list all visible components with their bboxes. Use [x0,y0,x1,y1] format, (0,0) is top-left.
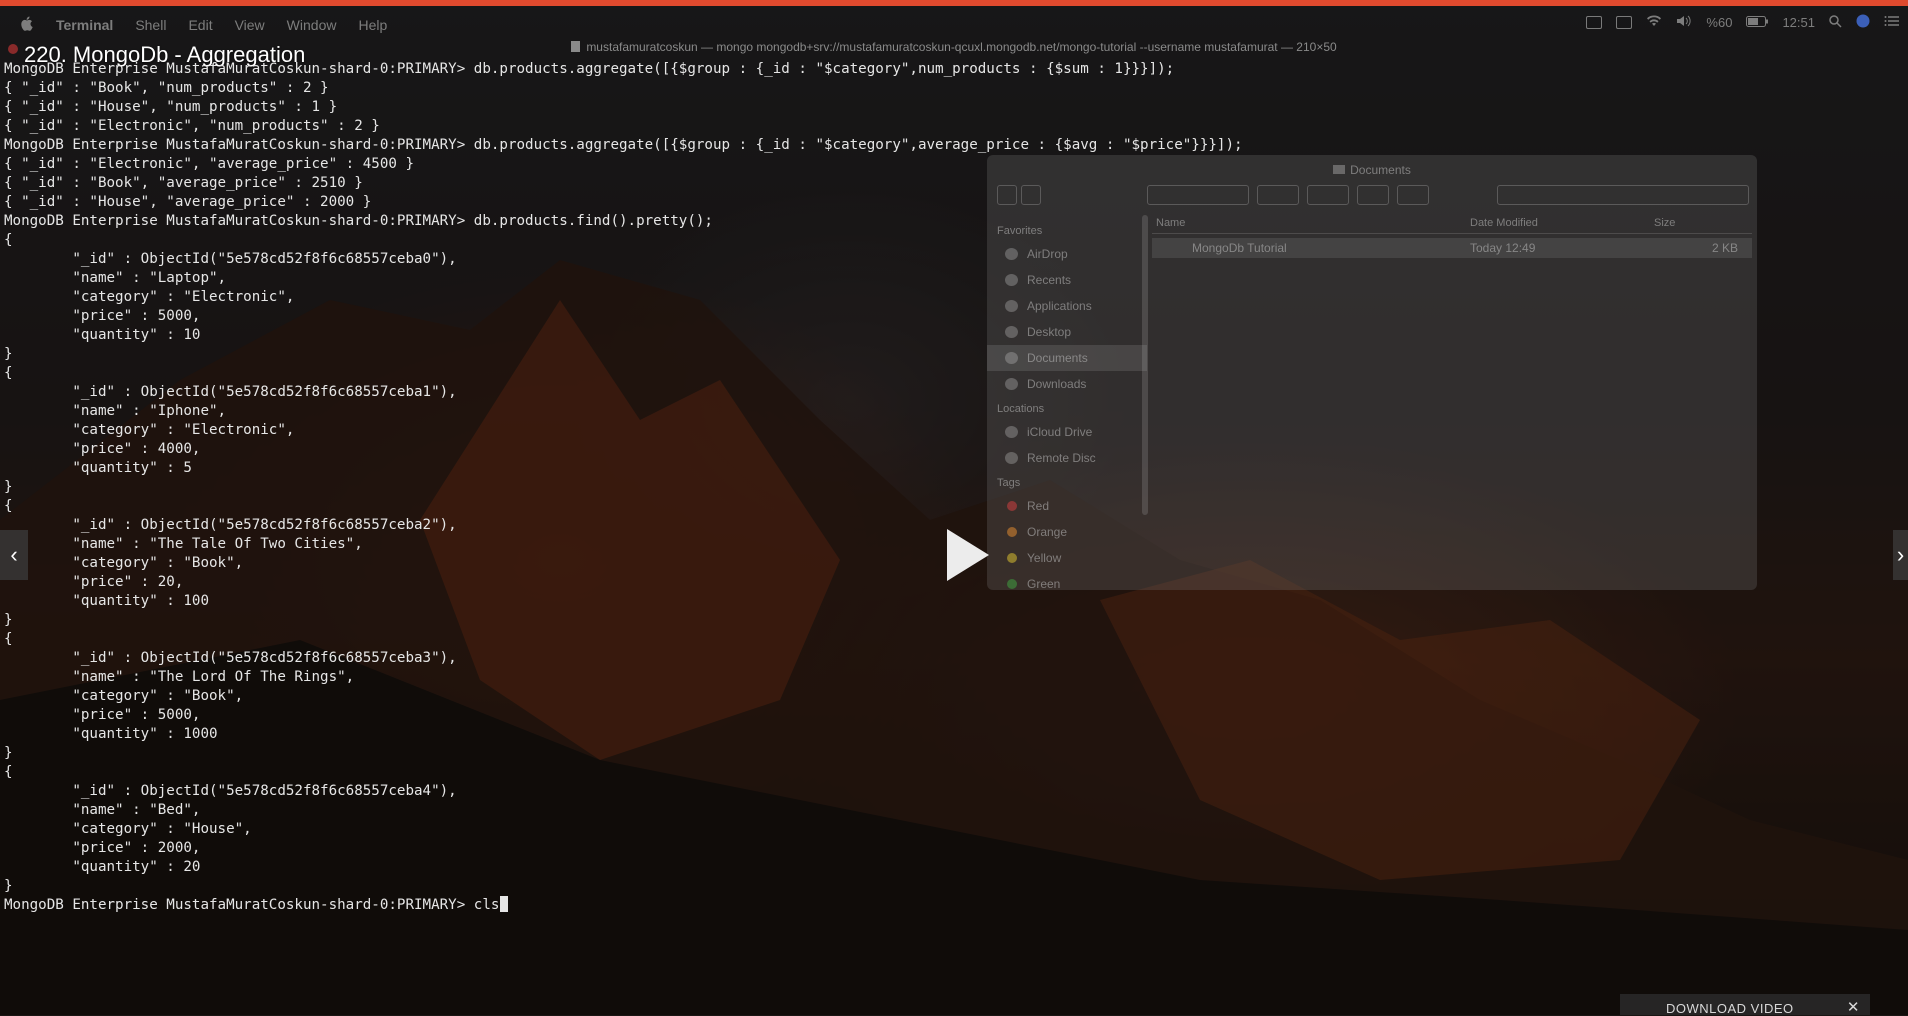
terminal-line: MongoDB Enterprise MustafaMuratCoskun-sh… [4,137,1243,153]
spotlight-search-icon[interactable] [1829,14,1842,31]
previous-lecture-button[interactable]: ‹ [0,530,28,580]
video-progress-fill [0,0,1908,6]
terminal-line: "name" : "Laptop", [4,270,227,286]
menubar-status-area: %60 12:51 [1586,14,1900,31]
volume-icon[interactable] [1676,15,1692,30]
terminal-line: "price" : 2000, [4,840,201,856]
terminal-line: } [4,346,13,362]
download-video-banner[interactable]: DOWNLOAD VIDEO ✕ [1620,994,1870,1016]
next-lecture-button[interactable]: › [1893,530,1908,580]
terminal-line: { "_id" : "Book", "average_price" : 2510… [4,175,363,191]
terminal-line: "category" : "Book", [4,688,244,704]
wifi-icon[interactable] [1646,15,1662,30]
menu-shell[interactable]: Shell [135,17,166,33]
terminal-line: } [4,745,13,761]
terminal-line: "_id" : ObjectId("5e578cd52f8f6c68557ceb… [4,384,457,400]
chevron-left-icon: ‹ [10,542,18,567]
terminal-line: { [4,365,13,381]
terminal-line: "price" : 5000, [4,308,201,324]
siri-icon[interactable] [1856,14,1870,31]
terminal-prompt-line[interactable]: MongoDB Enterprise MustafaMuratCoskun-sh… [4,896,1884,915]
menu-edit[interactable]: Edit [188,17,212,33]
terminal-line: "name" : "Iphone", [4,403,227,419]
terminal-line: { "_id" : "House", "num_products" : 1 } [4,99,338,115]
terminal-line: } [4,479,13,495]
terminal-line: "price" : 4000, [4,441,201,457]
terminal-line: "quantity" : 5 [4,460,192,476]
terminal-line: "category" : "House", [4,821,252,837]
terminal-line: { [4,631,13,647]
terminal-cursor [500,896,509,912]
terminal-line: "quantity" : 20 [4,859,201,875]
terminal-line: } [4,612,13,628]
terminal-line: "_id" : ObjectId("5e578cd52f8f6c68557ceb… [4,650,457,666]
terminal-line: { "_id" : "Electronic", "num_products" :… [4,118,380,134]
display-icon[interactable] [1616,16,1633,29]
terminal-prompt: MongoDB Enterprise MustafaMuratCoskun-sh… [4,897,474,913]
terminal-line: "quantity" : 1000 [4,726,218,742]
menu-terminal[interactable]: Terminal [56,17,113,33]
terminal-input[interactable]: cls [474,897,500,913]
close-icon[interactable]: ✕ [1847,998,1860,1016]
terminal-line: } [4,878,13,894]
terminal-line: "_id" : ObjectId("5e578cd52f8f6c68557ceb… [4,251,457,267]
terminal-line: "name" : "Bed", [4,802,201,818]
screen-record-icon[interactable] [1586,16,1603,29]
terminal-line: { [4,764,13,780]
terminal-output[interactable]: MongoDB Enterprise MustafaMuratCoskun-sh… [4,60,1884,915]
terminal-line: { "_id" : "House", "average_price" : 200… [4,194,372,210]
play-button[interactable] [937,527,997,583]
document-icon [571,41,581,52]
terminal-line: { [4,232,13,248]
terminal-line: "category" : "Electronic", [4,289,295,305]
menu-window[interactable]: Window [287,17,337,33]
terminal-line: { [4,498,13,514]
notification-center-icon[interactable] [1884,15,1900,30]
terminal-title-text: mustafamuratcoskun — mongo mongodb+srv:/… [586,40,1337,54]
terminal-line: { "_id" : "Book", "num_products" : 2 } [4,80,329,96]
terminal-line: "price" : 5000, [4,707,201,723]
terminal-line: MongoDB Enterprise MustafaMuratCoskun-sh… [4,213,713,229]
terminal-line: { "_id" : "Electronic", "average_price" … [4,156,414,172]
macos-menubar: Terminal Shell Edit View Window Help %60… [0,14,1908,36]
terminal-line: "name" : "The Lord Of The Rings", [4,669,355,685]
terminal-line: "category" : "Electronic", [4,422,295,438]
menubar-clock[interactable]: 12:51 [1782,15,1815,30]
video-progress-bar[interactable] [0,0,1908,6]
download-video-label[interactable]: DOWNLOAD VIDEO [1666,1001,1794,1016]
terminal-line: "quantity" : 10 [4,327,201,343]
battery-percentage: %60 [1706,15,1733,30]
menu-view[interactable]: View [235,17,265,33]
terminal-line: "quantity" : 100 [4,593,209,609]
menu-help[interactable]: Help [358,17,387,33]
terminal-line: MongoDB Enterprise MustafaMuratCoskun-sh… [4,61,1175,77]
play-icon [947,529,989,581]
terminal-line: "_id" : ObjectId("5e578cd52f8f6c68557ceb… [4,783,457,799]
apple-icon[interactable] [20,16,34,34]
battery-icon[interactable] [1746,15,1769,30]
chevron-right-icon: › [1896,542,1905,567]
